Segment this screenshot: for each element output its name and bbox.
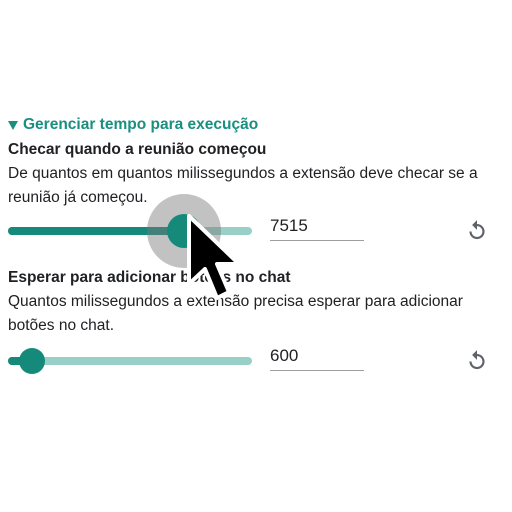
reset-check-meeting-button[interactable] [464, 218, 490, 244]
wait-chat-slider[interactable] [8, 348, 252, 374]
reset-icon [469, 220, 485, 240]
check-meeting-value-input[interactable]: 7515 [270, 212, 364, 241]
check-meeting-slider[interactable] [8, 194, 252, 268]
slider-thumb[interactable] [166, 214, 201, 248]
settings-page: Gerenciar tempo para execução Checar qua… [0, 0, 512, 512]
reset-icon [469, 350, 485, 370]
setting-title-check-meeting: Checar quando a reunião começou [8, 141, 267, 158]
setting-title-wait-chat: Esperar para adicionar botões no chat [8, 269, 291, 286]
section-title: Gerenciar tempo para execução [23, 116, 259, 133]
slider-thumb[interactable] [19, 348, 46, 374]
wait-chat-value-input[interactable]: 600 [270, 342, 364, 371]
setting-desc-check-meeting: De quantos em quantos milissegundos a ex… [8, 165, 478, 206]
setting-desc-wait-chat: Quantos milissegundos a extensão precisa… [8, 293, 463, 334]
section-toggle[interactable]: Gerenciar tempo para execução [8, 116, 258, 134]
reset-wait-chat-button[interactable] [464, 348, 490, 374]
triangle-down-icon [8, 121, 18, 130]
